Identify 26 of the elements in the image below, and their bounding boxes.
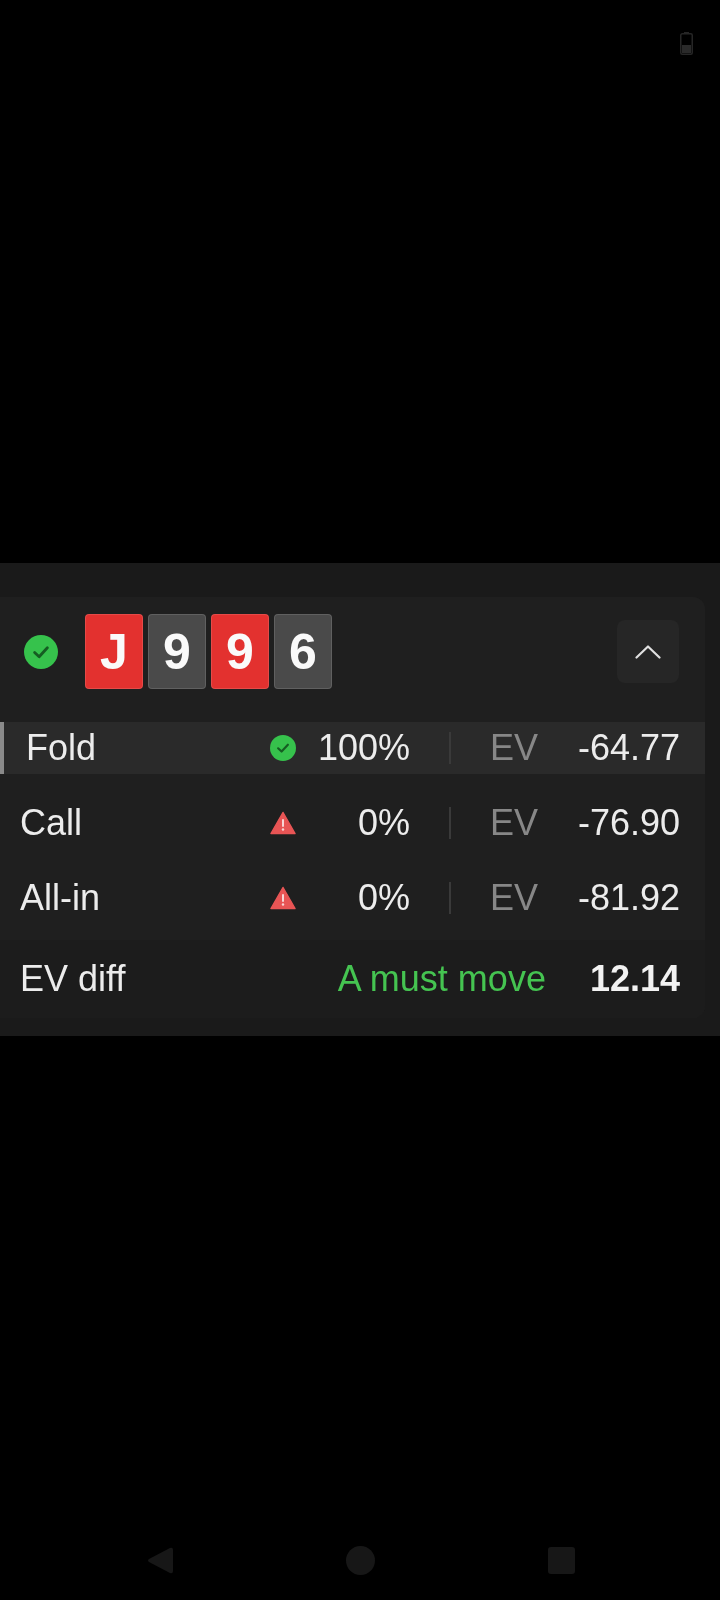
playing-card: 6 xyxy=(274,614,332,689)
collapse-button[interactable] xyxy=(617,620,679,683)
action-name: All-in xyxy=(20,876,100,918)
playing-card: 9 xyxy=(148,614,206,689)
playing-card: 9 xyxy=(211,614,269,689)
chevron-up-icon xyxy=(635,644,661,659)
selection-indicator xyxy=(0,722,4,774)
action-frequency: 0% xyxy=(357,880,410,916)
battery-icon xyxy=(680,32,693,55)
action-row[interactable]: Fold 100% EV -64.77 xyxy=(0,722,705,774)
ev-label: EV xyxy=(490,730,539,766)
ev-value: -64.77 xyxy=(577,730,680,766)
ev-label: EV xyxy=(490,880,539,916)
ev-diff-label: EV diff xyxy=(20,961,126,997)
action-row[interactable]: Call 0% EV -76.90 xyxy=(0,797,705,849)
playing-card: J xyxy=(85,614,143,689)
action-frequency: 100% xyxy=(317,730,410,766)
action-name: Call xyxy=(20,801,82,843)
ev-value: -76.90 xyxy=(577,805,680,841)
action-frequency: 0% xyxy=(357,805,410,841)
ev-label: EV xyxy=(490,805,539,841)
action-row[interactable]: All-in 0% EV -81.92 xyxy=(0,872,705,924)
action-name: Fold xyxy=(26,726,97,768)
ev-value: -81.92 xyxy=(577,880,680,916)
ev-diff-value: 12.14 xyxy=(589,961,680,997)
verdict-text: A must move xyxy=(337,961,546,997)
